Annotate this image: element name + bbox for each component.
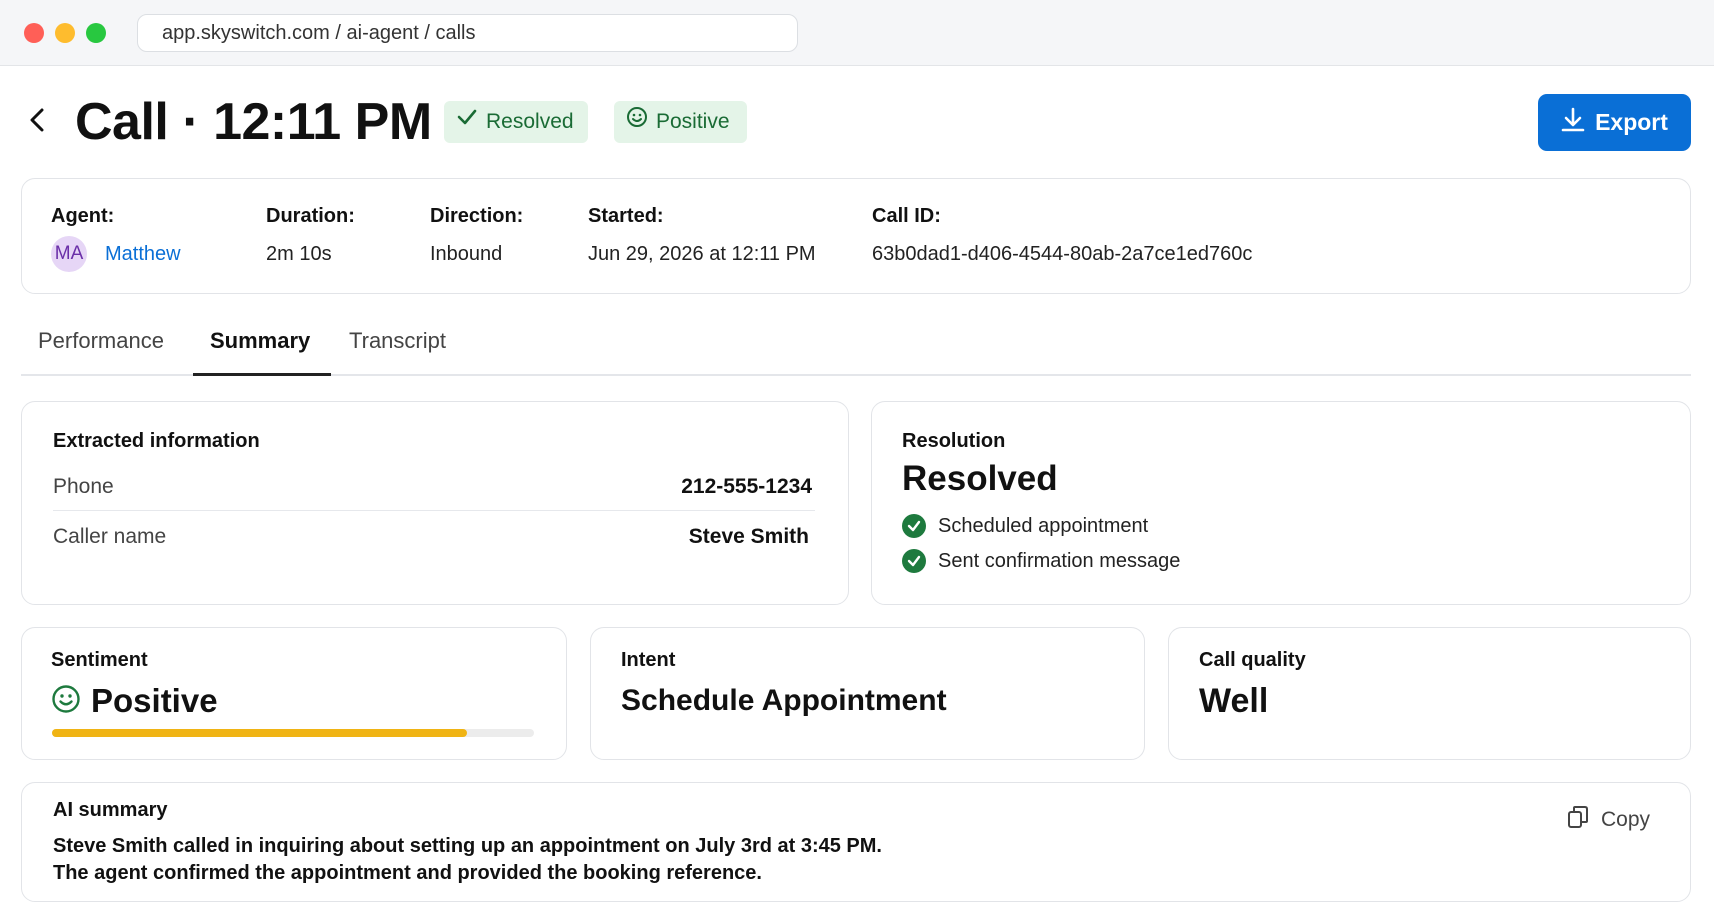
ai-summary-text: Steve Smith called in inquiring about se… (53, 833, 882, 887)
sentiment-progress-bar (52, 729, 534, 737)
minimize-window-button[interactable] (55, 23, 75, 43)
call-info-card: Agent: MA Matthew Duration: 2m 10s Direc… (21, 178, 1691, 294)
close-window-button[interactable] (24, 23, 44, 43)
active-tab-indicator (193, 373, 331, 376)
checkmark-icon (456, 101, 478, 143)
page-title: Call · 12:11 PM (75, 93, 432, 151)
back-arrow-icon[interactable] (24, 106, 52, 134)
copy-button-label: Copy (1600, 808, 1650, 831)
check-circle-icon (902, 549, 926, 573)
tab-summary[interactable]: Summary (210, 328, 310, 354)
resolution-title: Resolution (902, 430, 1006, 452)
tab-bar: Performance Summary Transcript (21, 322, 1691, 376)
agent-label: Agent: (51, 205, 115, 227)
resolved-badge-label: Resolved (486, 110, 574, 133)
extracted-info-card: Extracted information Phone 212-555-1234… (21, 401, 849, 605)
ai-summary-title: AI summary (53, 799, 168, 821)
call-id-field: Call ID: 63b0dad1-d406-4544-80ab-2a7ce1e… (872, 205, 1252, 272)
sentiment-badge: Positive (614, 101, 747, 143)
export-button[interactable]: Export (1538, 94, 1691, 151)
copy-icon (1567, 805, 1589, 835)
duration-label: Duration: (266, 205, 355, 227)
sentiment-card: Sentiment Positive (21, 627, 567, 760)
browser-toolbar: app.skyswitch.com / ai-agent / calls (0, 0, 1714, 66)
direction-field: Direction: Inbound (430, 205, 523, 272)
duration-field: Duration: 2m 10s (266, 205, 355, 272)
sentiment-progress-fill (52, 729, 467, 737)
avatar: MA (51, 236, 87, 272)
ai-summary-line: The agent confirmed the appointment and … (53, 862, 762, 884)
call-id-label: Call ID: (872, 205, 941, 227)
resolution-item-label: Sent confirmation message (938, 549, 1181, 572)
export-button-label: Export (1595, 109, 1668, 135)
row-divider (53, 510, 815, 511)
agent-field: Agent: MA Matthew (51, 205, 181, 272)
phone-value: 212-555-1234 (681, 475, 812, 498)
direction-label: Direction: (430, 205, 524, 227)
phone-label: Phone (53, 475, 114, 498)
call-id-value: 63b0dad1-d406-4544-80ab-2a7ce1ed760c (872, 243, 1253, 265)
resolution-item: Scheduled appointment (902, 514, 1148, 538)
check-circle-icon (902, 514, 926, 538)
started-label: Started: (588, 205, 664, 227)
intent-title: Intent (621, 649, 676, 671)
resolution-item: Sent confirmation message (902, 549, 1180, 573)
sentiment-title: Sentiment (51, 649, 148, 671)
call-quality-value: Well (1199, 682, 1269, 720)
agent-name-link[interactable]: Matthew (105, 236, 181, 272)
resolution-value: Resolved (902, 459, 1058, 498)
ai-summary-card: AI summary Steve Smith called in inquiri… (21, 782, 1691, 902)
download-icon (1561, 107, 1585, 139)
resolution-item-label: Scheduled appointment (938, 514, 1149, 537)
started-value: Jun 29, 2026 at 12:11 PM (588, 243, 816, 265)
duration-value: 2m 10s (266, 243, 332, 265)
sentiment-badge-label: Positive (656, 110, 730, 133)
maximize-window-button[interactable] (86, 23, 106, 43)
ai-summary-line: Steve Smith called in inquiring about se… (53, 835, 882, 857)
started-field: Started: Jun 29, 2026 at 12:11 PM (588, 205, 816, 272)
resolution-card: Resolution Resolved Scheduled appointmen… (871, 401, 1691, 605)
intent-card: Intent Schedule Appointment (590, 627, 1145, 760)
intent-value: Schedule Appointment (621, 684, 947, 717)
tab-performance[interactable]: Performance (38, 328, 164, 354)
call-quality-card: Call quality Well (1168, 627, 1691, 760)
address-bar[interactable]: app.skyswitch.com / ai-agent / calls (137, 14, 798, 52)
smiley-icon (51, 684, 81, 719)
direction-value: Inbound (430, 243, 503, 265)
tab-transcript[interactable]: Transcript (349, 328, 446, 354)
copy-button[interactable]: Copy (1567, 805, 1650, 835)
caller-name-label: Caller name (53, 525, 167, 548)
caller-name-value: Steve Smith (688, 525, 809, 548)
sentiment-value: Positive (91, 682, 218, 719)
call-quality-title: Call quality (1199, 649, 1306, 671)
smiley-icon (626, 101, 648, 143)
resolved-badge: Resolved (444, 101, 588, 143)
extracted-info-title: Extracted information (53, 430, 260, 452)
